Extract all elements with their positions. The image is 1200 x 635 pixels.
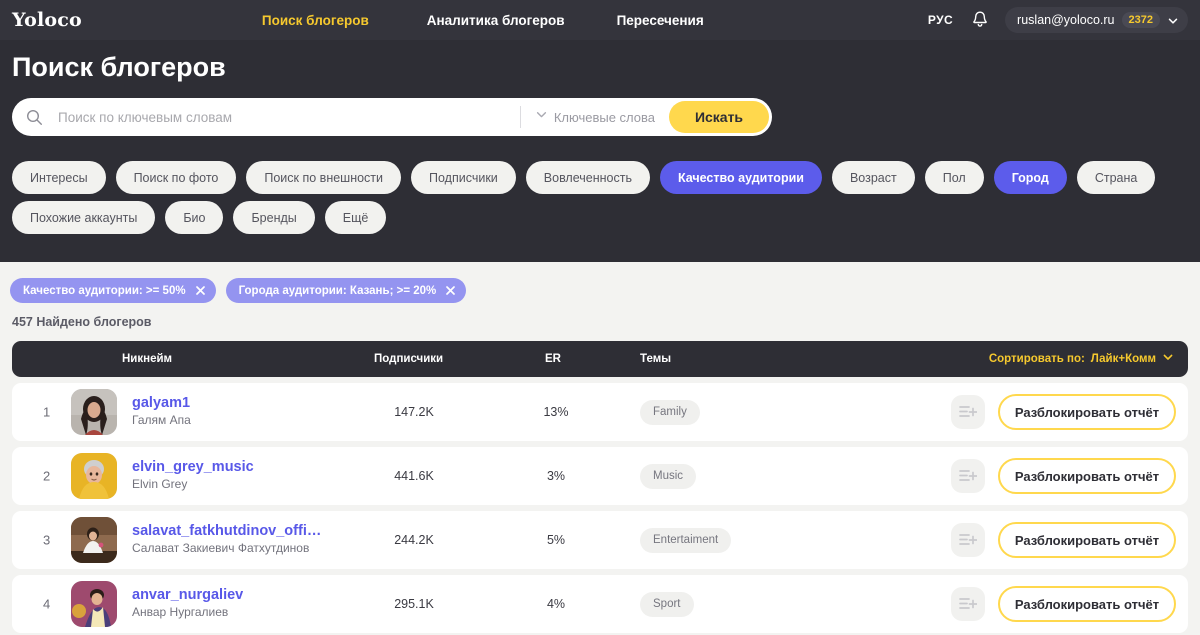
close-icon[interactable]	[195, 285, 205, 297]
row-identity: salavat_fatkhutdinov_offi… Салават Закие…	[132, 523, 321, 557]
column-header-er: ER	[545, 353, 561, 365]
row-subscribers: 244.2K	[394, 533, 434, 547]
filter-chip-appearance-search[interactable]: Поиск по внешности	[246, 161, 402, 194]
row-fullname: Elvin Grey	[132, 477, 188, 491]
applied-filter-label: Качество аудитории: >= 50%	[23, 284, 186, 297]
filter-chip-country[interactable]: Страна	[1076, 161, 1156, 194]
list-add-icon[interactable]	[951, 523, 985, 557]
search-input[interactable]	[56, 98, 520, 136]
filter-chip-engagement[interactable]: Вовлеченность	[525, 161, 650, 194]
row-topic-badge: Music	[640, 463, 697, 489]
row-er: 5%	[546, 533, 566, 547]
keyword-mode-label: Ключевые слова	[553, 109, 655, 125]
sort-label: Сортировать по:	[988, 353, 1085, 365]
filter-chip-age[interactable]: Возраст	[831, 161, 915, 194]
column-header-subscribers: Подписчики	[374, 353, 444, 365]
table-header: Никнейм Подписчики ER Темы Сортировать п…	[12, 341, 1188, 377]
row-nickname-link[interactable]: elvin_grey_music	[132, 459, 254, 475]
search-button[interactable]: Искать	[669, 101, 769, 133]
row-nickname-link[interactable]: anvar_nurgaliev	[132, 587, 243, 603]
column-header-nickname: Никнейм	[122, 353, 173, 365]
list-add-icon[interactable]	[951, 395, 985, 429]
results-count: 457 Найдено блогеров	[12, 315, 152, 329]
applied-filters: Качество аудитории: >= 50% Города аудито…	[10, 278, 467, 303]
filter-chip-city[interactable]: Город	[993, 161, 1067, 194]
search-icon	[12, 109, 56, 126]
row-nickname-link[interactable]: galyam1	[132, 395, 191, 411]
page-title: Поиск блогеров	[12, 52, 226, 82]
row-identity: galyam1 Галям Апа	[132, 395, 191, 429]
filter-chip-interests[interactable]: Интересы	[12, 161, 106, 194]
avatar[interactable]	[71, 581, 117, 627]
row-subscribers: 295.1K	[394, 597, 434, 611]
filter-chips-row-1: Интересы Поиск по фото Поиск по внешност…	[12, 161, 1156, 194]
applied-filter-audience-quality[interactable]: Качество аудитории: >= 50%	[10, 278, 216, 303]
list-add-icon[interactable]	[951, 459, 985, 493]
credits-badge: 2372	[1121, 12, 1160, 28]
nav-item-intersections[interactable]: Пересечения	[617, 13, 704, 28]
row-rank: 3	[43, 532, 51, 548]
results-table: Никнейм Подписчики ER Темы Сортировать п…	[12, 341, 1188, 633]
filter-chip-subscribers[interactable]: Подписчики	[411, 161, 516, 194]
language-switcher[interactable]: РУС	[928, 13, 953, 27]
main-nav: Поиск блогеров Аналитика блогеров Пересе…	[262, 13, 704, 28]
row-er: 4%	[546, 597, 566, 611]
search-bar: Ключевые слова Искать	[12, 98, 772, 136]
table-row[interactable]: 4 anvar_nurgaliev Анвар Нургалиев 295.1K…	[12, 575, 1188, 633]
applied-filter-label: Города аудитории: Казань; >= 20%	[238, 284, 437, 297]
bell-icon[interactable]	[971, 10, 989, 30]
filter-chip-photo-search[interactable]: Поиск по фото	[115, 161, 237, 194]
row-subscribers: 441.6K	[394, 469, 434, 483]
table-row[interactable]: 1 galyam1 Галям Апа 147.2K 13% Family Ра…	[12, 383, 1188, 441]
filter-chip-bio[interactable]: Био	[165, 201, 224, 234]
sort-value: Лайк+Комм	[1090, 353, 1156, 365]
unlock-report-button[interactable]: Разблокировать отчёт	[998, 458, 1176, 494]
row-topic-badge: Family	[640, 399, 700, 425]
chevron-down-icon	[1167, 14, 1179, 26]
row-rank: 4	[43, 596, 51, 612]
unlock-report-button[interactable]: Разблокировать отчёт	[998, 394, 1176, 430]
nav-item-blogger-analytics[interactable]: Аналитика блогеров	[427, 13, 565, 28]
filter-chip-audience-quality[interactable]: Качество аудитории	[659, 161, 822, 194]
filter-chips-row-2: Похожие аккаунты Био Бренды Ещё	[12, 201, 387, 234]
keyword-mode-select[interactable]: Ключевые слова	[521, 108, 669, 126]
row-identity: elvin_grey_music Elvin Grey	[132, 459, 254, 493]
table-row[interactable]: 3 salavat_fatkhutdinov_offi… Салават Зак…	[12, 511, 1188, 569]
list-add-icon[interactable]	[951, 587, 985, 621]
table-row[interactable]: 2 elvin_grey_music Elvin Grey 441.6K 3% …	[12, 447, 1188, 505]
close-icon[interactable]	[446, 285, 456, 297]
filter-chip-brands[interactable]: Бренды	[233, 201, 315, 234]
avatar[interactable]	[71, 517, 117, 563]
row-identity: anvar_nurgaliev Анвар Нургалиев	[132, 587, 243, 621]
row-er: 3%	[546, 469, 566, 483]
app-logo[interactable]: Yoloco	[12, 9, 82, 31]
unlock-report-button[interactable]: Разблокировать отчёт	[998, 586, 1176, 622]
avatar[interactable]	[71, 453, 117, 499]
row-fullname: Салават Закиевич Фатхутдинов	[132, 541, 310, 555]
avatar[interactable]	[71, 389, 117, 435]
user-menu[interactable]: ruslan@yoloco.ru 2372	[1005, 7, 1188, 33]
navbar-right: РУС ruslan@yoloco.ru 2372	[928, 7, 1188, 33]
row-topic-badge: Sport	[640, 591, 694, 617]
filter-chip-more[interactable]: Ещё	[324, 201, 387, 234]
filter-chip-similar-accounts[interactable]: Похожие аккаунты	[12, 201, 156, 234]
applied-filter-audience-cities[interactable]: Города аудитории: Казань; >= 20%	[225, 278, 467, 303]
user-email: ruslan@yoloco.ru	[1017, 13, 1115, 27]
row-rank: 1	[43, 404, 51, 420]
unlock-report-button[interactable]: Разблокировать отчёт	[998, 522, 1176, 558]
chevron-down-icon	[1162, 350, 1174, 368]
nav-item-blogger-search[interactable]: Поиск блогеров	[262, 13, 369, 28]
row-subscribers: 147.2K	[394, 405, 434, 419]
row-topic-badge: Entertaiment	[640, 527, 732, 553]
row-fullname: Галям Апа	[132, 413, 191, 427]
row-er: 13%	[543, 405, 569, 419]
column-header-topics: Темы	[640, 353, 672, 365]
navbar: Yoloco Поиск блогеров Аналитика блогеров…	[0, 0, 1200, 40]
row-rank: 2	[43, 468, 51, 484]
sort-dropdown[interactable]: Сортировать по: Лайк+Комм	[989, 350, 1174, 368]
row-fullname: Анвар Нургалиев	[132, 605, 229, 619]
chevron-down-icon	[535, 108, 548, 126]
filter-chip-gender[interactable]: Пол	[924, 161, 984, 194]
row-nickname-link[interactable]: salavat_fatkhutdinov_offi…	[132, 523, 321, 539]
